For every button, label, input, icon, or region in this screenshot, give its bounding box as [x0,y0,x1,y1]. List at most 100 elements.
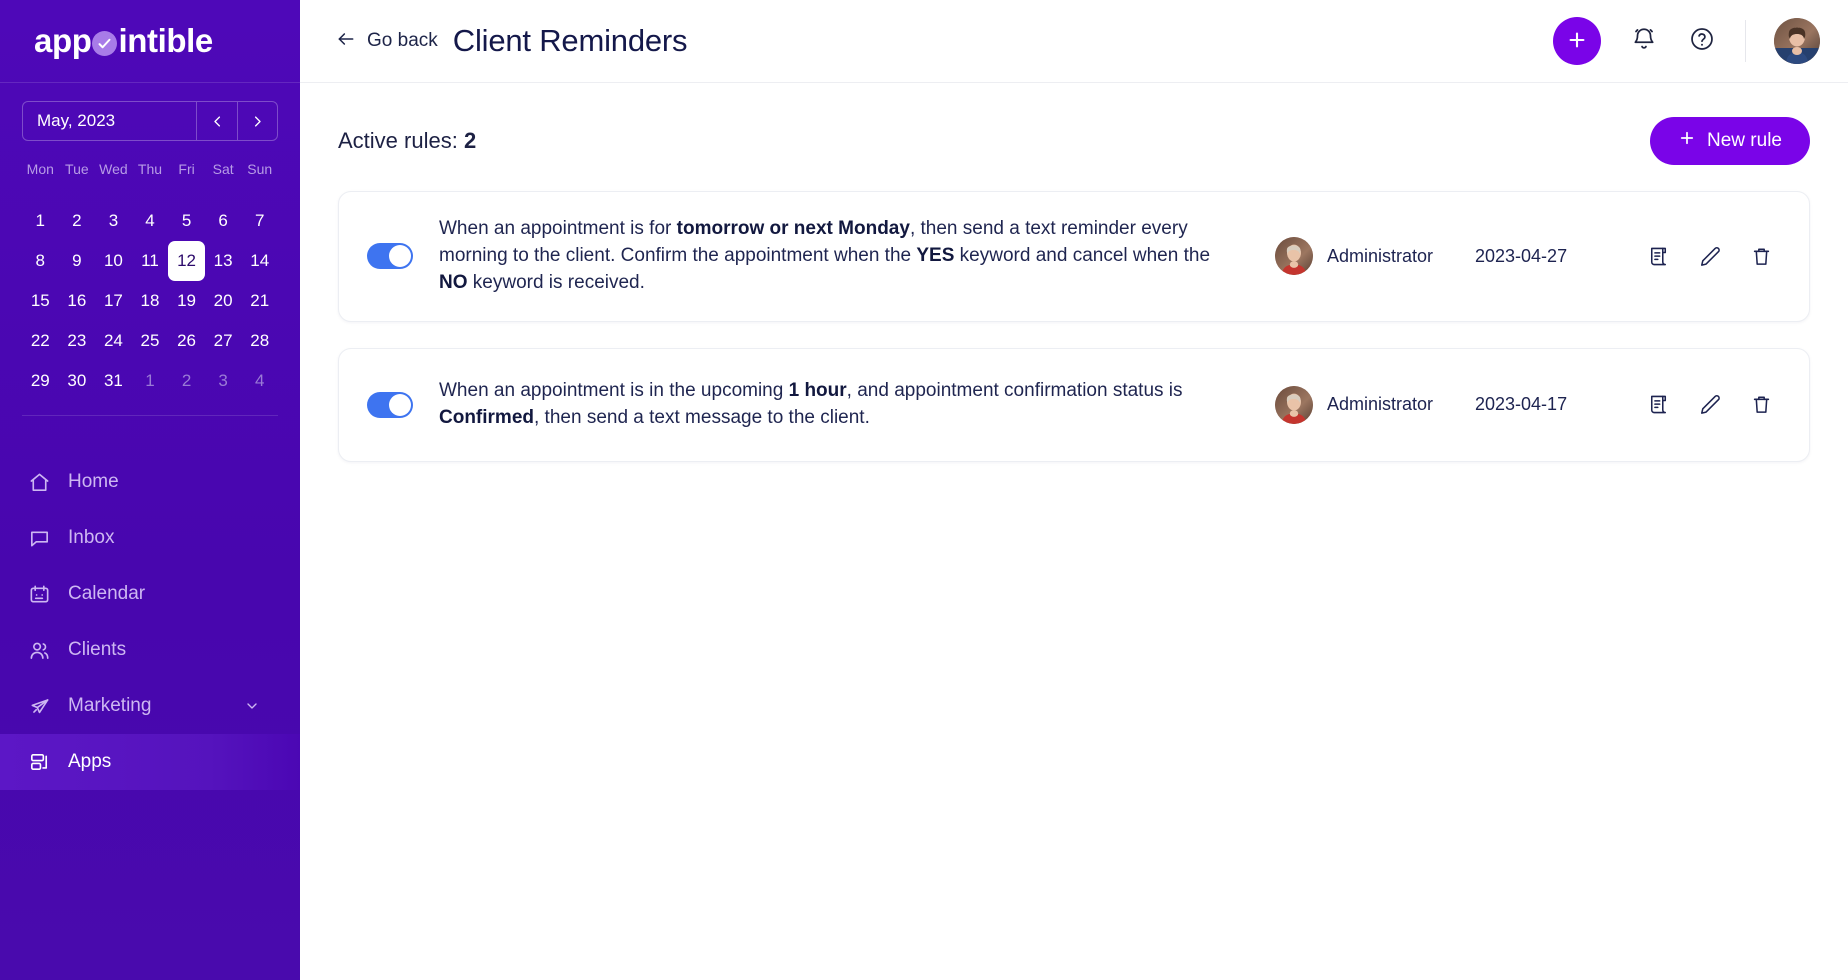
page-title: Client Reminders [453,23,688,59]
toggle-knob [389,245,411,267]
go-back-label: Go back [367,30,438,52]
calendar-day-30[interactable]: 30 [59,361,96,401]
calendar-weekday-mon: Mon [22,155,59,187]
calendar-icon [28,583,51,606]
calendar-day-23[interactable]: 23 [59,321,96,361]
rule-actions [1645,393,1773,417]
calendar-day-14[interactable]: 14 [241,241,278,281]
sidebar-divider [22,415,278,416]
rule-text-emphasis: Confirmed [439,407,534,428]
new-rule-button[interactable]: New rule [1650,117,1810,165]
calendar-day-5[interactable]: 5 [168,201,205,241]
calendar-month-label[interactable]: May, 2023 [22,101,196,141]
calendar-day-22[interactable]: 22 [22,321,59,361]
calendar-day-7[interactable]: 7 [241,201,278,241]
rule-description: When an appointment is for tomorrow or n… [439,216,1229,297]
calendar-day-8[interactable]: 8 [22,241,59,281]
sidebar-item-calendar[interactable]: Calendar [0,566,300,622]
sidebar-item-clients[interactable]: Clients [0,622,300,678]
calendar-day-19[interactable]: 19 [168,281,205,321]
chevron-down-icon[interactable] [244,698,260,714]
topbar-divider [1745,20,1746,62]
calendar-day-3[interactable]: 3 [205,361,242,401]
calendar-day-16[interactable]: 16 [59,281,96,321]
plus-icon [1566,29,1588,54]
plus-icon [1678,129,1696,153]
calendar-day-4[interactable]: 4 [132,201,169,241]
chat-icon [28,527,51,550]
calendar-day-12[interactable]: 12 [168,241,205,281]
calendar-day-9[interactable]: 9 [59,241,96,281]
new-rule-label: New rule [1707,130,1782,152]
rule-meta: Administrator2023-04-17 [1275,386,1773,424]
calendar-day-17[interactable]: 17 [95,281,132,321]
calendar-day-24[interactable]: 24 [95,321,132,361]
rule-actions [1645,244,1773,268]
calendar-weekday-sun: Sun [241,155,278,187]
rules-list: When an appointment is for tomorrow or n… [338,191,1810,462]
rule-text-segment: keyword and cancel when the [954,245,1210,266]
sidebar-item-home[interactable]: Home [0,454,300,510]
megaphone-icon [28,695,51,718]
calendar-day-31[interactable]: 31 [95,361,132,401]
sidebar-item-label: Calendar [68,583,145,605]
calendar-weekday-thu: Thu [132,155,169,187]
calendar-day-10[interactable]: 10 [95,241,132,281]
calendar-next-button[interactable] [237,101,278,141]
calendar-day-11[interactable]: 11 [132,241,169,281]
trash-delete-icon[interactable] [1749,244,1773,268]
topbar-actions [1553,17,1820,65]
log-history-icon[interactable] [1645,393,1669,417]
calendar-day-1[interactable]: 1 [22,201,59,241]
rule-text-segment: When an appointment is in the upcoming [439,380,789,401]
calendar-day-1[interactable]: 1 [132,361,169,401]
check-circle-icon [92,31,117,56]
calendar-day-20[interactable]: 20 [205,281,242,321]
calendar-day-25[interactable]: 25 [132,321,169,361]
sidebar-item-label: Marketing [68,695,151,717]
rule-enabled-toggle[interactable] [367,392,413,418]
rule-text-emphasis: tomorrow or next Monday [677,218,910,239]
add-new-button[interactable] [1553,17,1601,65]
calendar-day-26[interactable]: 26 [168,321,205,361]
calendar-day-4[interactable]: 4 [241,361,278,401]
content-area: Active rules: 2 New rule When an appoint… [300,83,1848,980]
calendar-day-3[interactable]: 3 [95,201,132,241]
sidebar-item-label: Home [68,471,119,493]
calendar-day-21[interactable]: 21 [241,281,278,321]
calendar-day-28[interactable]: 28 [241,321,278,361]
rule-author-avatar [1275,237,1313,275]
calendar-day-13[interactable]: 13 [205,241,242,281]
active-rules-label: Active rules: [338,128,458,153]
calendar-day-27[interactable]: 27 [205,321,242,361]
pencil-edit-icon[interactable] [1697,244,1721,268]
rule-text-emphasis: NO [439,272,468,293]
notifications-button[interactable] [1629,26,1659,56]
topbar: Go back Client Reminders [300,0,1848,83]
calendar-day-15[interactable]: 15 [22,281,59,321]
log-history-icon[interactable] [1645,244,1669,268]
calendar-prev-button[interactable] [196,101,237,141]
go-back-button[interactable]: Go back [336,29,438,54]
logo-text: app intible [34,22,213,60]
calendar-header: May, 2023 [22,101,278,141]
calendar-day-18[interactable]: 18 [132,281,169,321]
calendar-day-2[interactable]: 2 [59,201,96,241]
sidebar-item-marketing[interactable]: Marketing [0,678,300,734]
logo-text-part1: app [34,22,91,60]
rule-date: 2023-04-17 [1475,394,1605,415]
brand-logo[interactable]: app intible [0,0,300,83]
help-button[interactable] [1687,26,1717,56]
calendar-day-6[interactable]: 6 [205,201,242,241]
calendar-day-2[interactable]: 2 [168,361,205,401]
home-icon [28,471,51,494]
rule-text-segment: keyword is received. [468,272,645,293]
trash-delete-icon[interactable] [1749,393,1773,417]
sidebar-item-apps[interactable]: Apps [0,734,300,790]
user-avatar[interactable] [1774,18,1820,64]
pencil-edit-icon[interactable] [1697,393,1721,417]
rule-meta: Administrator2023-04-27 [1275,237,1773,275]
sidebar-item-inbox[interactable]: Inbox [0,510,300,566]
calendar-day-29[interactable]: 29 [22,361,59,401]
rule-enabled-toggle[interactable] [367,243,413,269]
